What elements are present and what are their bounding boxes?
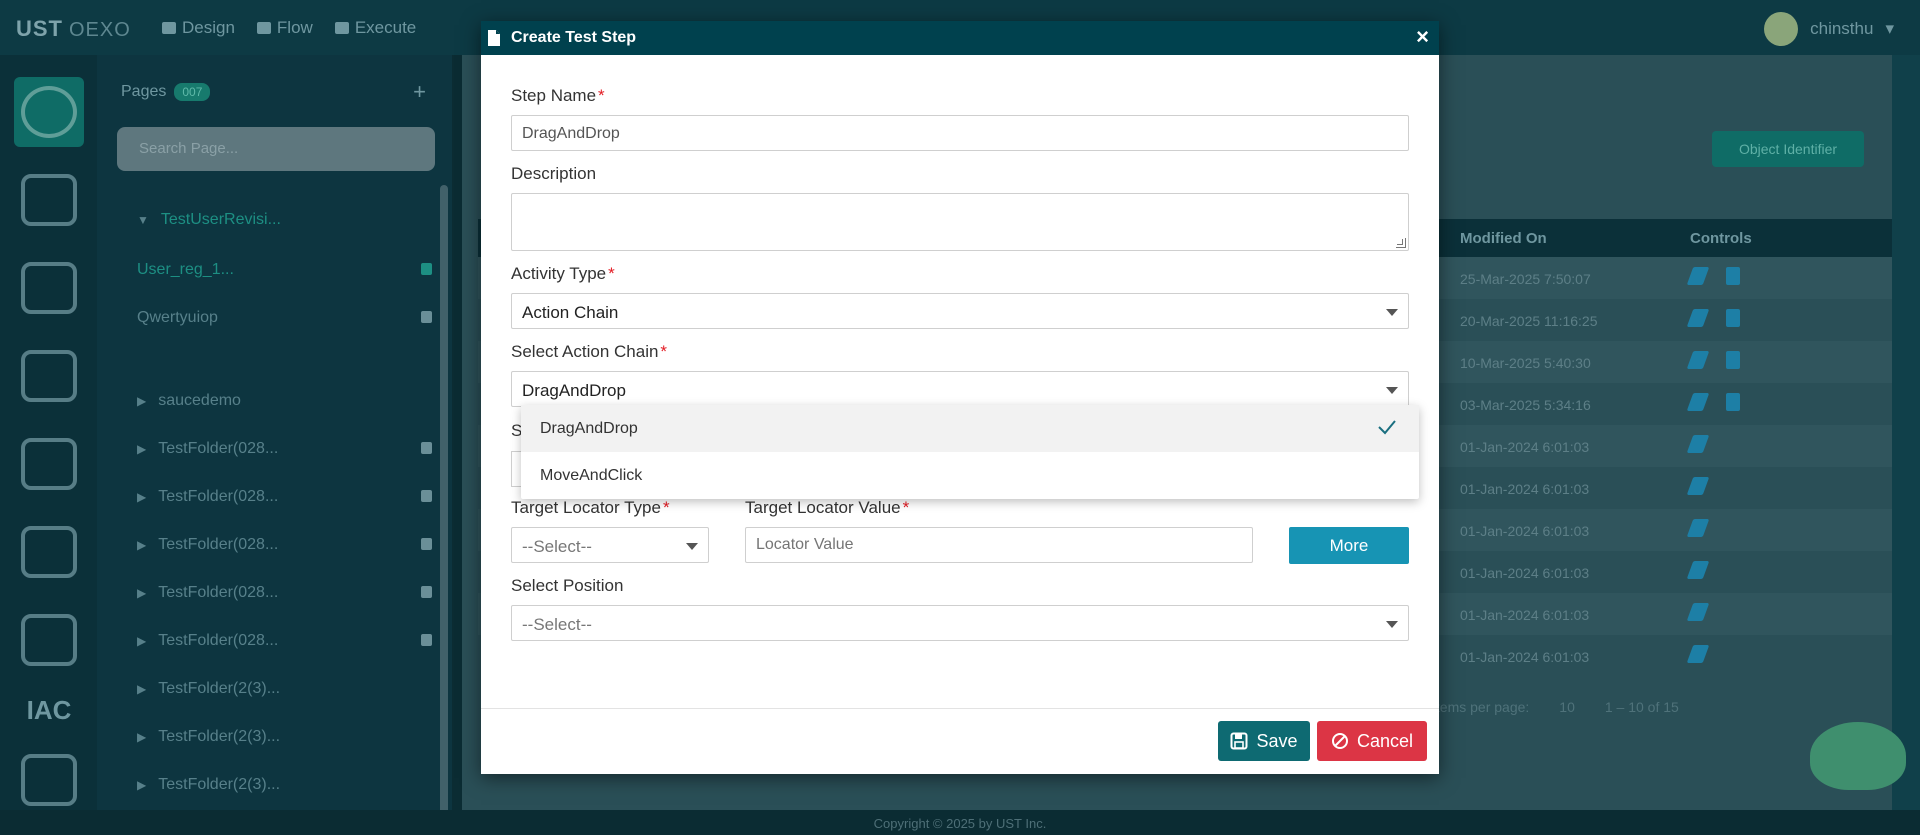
action-chain-select[interactable]: DragAndDrop xyxy=(511,371,1409,407)
modal-header: Create Test Step × xyxy=(481,21,1439,55)
document-icon xyxy=(488,30,500,46)
ban-icon xyxy=(1331,733,1348,749)
step-name-label: Step Name * xyxy=(511,86,605,105)
target-locator-type-label: Target Locator Type * xyxy=(511,498,670,517)
modal-title: Create Test Step xyxy=(511,29,637,46)
save-button[interactable]: Save xyxy=(1218,721,1310,761)
caret-down-icon xyxy=(1386,387,1398,394)
caret-down-icon xyxy=(686,543,698,550)
caret-down-icon xyxy=(1386,621,1398,628)
target-locator-value-label: Target Locator Value * xyxy=(745,498,910,517)
save-icon xyxy=(1230,732,1248,750)
description-textarea[interactable] xyxy=(511,193,1409,251)
action-chain-label: Select Action Chain * xyxy=(511,342,668,361)
target-locator-type-select[interactable]: --Select-- xyxy=(511,527,709,563)
resize-handle-icon[interactable] xyxy=(1396,238,1406,248)
close-icon[interactable]: × xyxy=(1416,24,1429,50)
more-button[interactable]: More xyxy=(1289,527,1409,564)
create-test-step-modal: Create Test Step × Step Name * DragAndDro… xyxy=(481,21,1439,774)
action-chain-dropdown: DragAndDrop MoveAndClick xyxy=(521,405,1419,499)
dropdown-option[interactable]: DragAndDrop xyxy=(521,405,1419,452)
target-locator-value-input[interactable] xyxy=(745,527,1253,563)
modal-footer-divider xyxy=(481,708,1439,709)
caret-down-icon xyxy=(1386,309,1398,316)
activity-type-select[interactable]: Action Chain xyxy=(511,293,1409,329)
app-root: UST OEXO Design Flow Execute chinsthu ▾ I… xyxy=(0,0,1920,835)
activity-type-label: Activity Type * xyxy=(511,264,615,283)
check-icon xyxy=(1378,420,1396,435)
cancel-button[interactable]: Cancel xyxy=(1317,721,1427,761)
select-position-label: Select Position xyxy=(511,576,624,595)
description-label: Description xyxy=(511,164,597,183)
hidden-field-label: S xyxy=(511,421,521,440)
select-position-select[interactable]: --Select-- xyxy=(511,605,1409,641)
step-name-input[interactable]: DragAndDrop xyxy=(511,115,1409,151)
dropdown-option[interactable]: MoveAndClick xyxy=(521,452,1419,499)
